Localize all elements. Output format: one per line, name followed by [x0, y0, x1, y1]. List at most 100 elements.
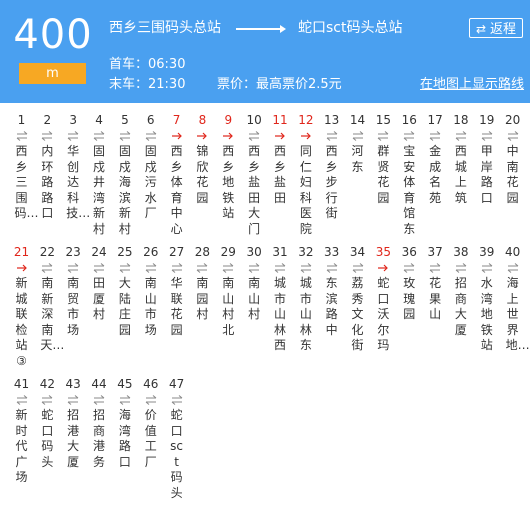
stop-index: 44 [91, 377, 107, 391]
stop-item[interactable]: 13 西乡步行街 [319, 113, 345, 222]
stop-item[interactable]: 36 玫瑰园 [396, 245, 422, 323]
stop-index: 19 [479, 113, 495, 127]
bidirectional-arrow-icon [403, 131, 415, 141]
stop-item[interactable]: 23 南贸市场 [60, 245, 86, 338]
stop-index: 5 [121, 113, 129, 127]
stop-item[interactable]: 26 南山市场 [138, 245, 164, 338]
arrow-right-icon [171, 132, 182, 140]
stop-item[interactable]: 45 海湾路口 [112, 377, 138, 470]
swap-icon: ⇄ [475, 22, 487, 36]
stop-item[interactable]: 21 新城联检站③ [9, 245, 35, 369]
stop-name: 南山市场 [144, 276, 157, 337]
stop-index: 3 [69, 113, 77, 127]
stop-item[interactable]: 34 荔秀文化街 [345, 245, 371, 354]
stop-item[interactable]: 17 金成名苑 [422, 113, 448, 206]
stop-item[interactable]: 22 南新深南天… [34, 245, 65, 354]
bidirectional-arrow-icon [145, 395, 157, 405]
stop-name: 南贸市场 [67, 276, 80, 337]
stop-item[interactable]: 11 西乡盐田 [267, 113, 293, 206]
stop-item[interactable]: 25 大陆庄园 [112, 245, 138, 338]
stop-item[interactable]: 3 华创达科技… [60, 113, 90, 222]
stop-item[interactable]: 14 河东 [345, 113, 371, 175]
stop-name: 玫瑰园 [403, 276, 416, 321]
stop-item[interactable]: 29 南山村北 [215, 245, 241, 338]
stop-item[interactable]: 4 固戍井湾新村 [86, 113, 112, 237]
stop-item[interactable]: 38 招商大厦 [448, 245, 474, 338]
bidirectional-arrow-icon [67, 395, 79, 405]
stop-name: 西乡体育中心 [170, 144, 183, 236]
stop-item[interactable]: 16 宝安体育馆东 [396, 113, 422, 237]
stop-index: 36 [401, 245, 417, 259]
bidirectional-arrow-icon [197, 263, 208, 273]
stop-name: 蛇口沃尔玛 [377, 276, 390, 352]
stop-index: 28 [194, 245, 211, 259]
stop-item[interactable]: 30 南山村 [241, 245, 267, 323]
bidirectional-arrow-icon [507, 263, 518, 273]
bidirectional-arrow-icon [145, 263, 157, 273]
stop-name: 新城联检站③ [15, 276, 28, 368]
stop-item[interactable]: 18 西城上筑 [448, 113, 474, 206]
bidirectional-arrow-icon [352, 263, 363, 273]
stop-item[interactable]: 37 花果山 [422, 245, 448, 323]
stop-item[interactable]: 44 招商港务 [86, 377, 112, 470]
stop-item[interactable]: 33 东滨路中 [319, 245, 345, 338]
stop-index: 16 [401, 113, 417, 127]
stop-name: 固戍井湾新村 [93, 144, 106, 236]
stop-item[interactable]: 2 内环路路口 [34, 113, 60, 222]
bidirectional-arrow-icon [93, 395, 105, 405]
bidirectional-arrow-icon [67, 263, 79, 273]
stop-name: 西乡盐田 [273, 144, 286, 205]
stop-item[interactable]: 46 价值工厂 [138, 377, 164, 470]
stop-item[interactable]: 7 西乡体育中心 [164, 113, 190, 237]
stop-item[interactable]: 39 水湾地铁站 [474, 245, 500, 354]
stop-item[interactable]: 12 同仁妇科医院 [293, 113, 319, 237]
stop-item[interactable]: 9 西乡地铁站 [215, 113, 241, 222]
stop-name: 田厦村 [93, 276, 106, 321]
bidirectional-arrow-icon [119, 131, 131, 141]
stop-name: 固戍海滨新村 [118, 144, 131, 236]
bidirectional-arrow-icon [300, 263, 312, 273]
stop-item[interactable]: 8 锦欣花园 [189, 113, 215, 206]
stop-name: 西乡步行街 [325, 144, 338, 220]
stop-item[interactable]: 24 田厦村 [86, 245, 112, 323]
stop-index: 30 [246, 245, 262, 259]
show-route-on-map-link[interactable]: 在地图上显示路线 [420, 73, 524, 92]
stop-index: 46 [143, 377, 159, 391]
stop-item[interactable]: 35 蛇口沃尔玛 [370, 245, 396, 354]
stop-index: 7 [172, 113, 181, 127]
stop-name: 南园村 [196, 276, 209, 321]
stop-name: 金成名苑 [429, 144, 442, 205]
stop-item[interactable]: 1 西乡三围码… [9, 113, 39, 222]
stop-index: 47 [168, 377, 185, 391]
arrow-right-icon [378, 264, 389, 272]
bidirectional-arrow-icon [429, 131, 441, 141]
stop-index: 6 [146, 113, 155, 127]
stop-item[interactable]: 10 西乡盐田大门 [241, 113, 267, 237]
stop-item[interactable]: 31 城市山林西 [267, 245, 293, 354]
stop-index: 11 [272, 113, 288, 127]
stop-item[interactable]: 20 中南花园 [500, 113, 526, 206]
stop-item[interactable]: 32 城市山林东 [293, 245, 319, 354]
stop-item[interactable]: 28 南园村 [189, 245, 215, 323]
bidirectional-arrow-icon [403, 263, 415, 273]
stop-item[interactable]: 47 蛇口sct码头 [164, 377, 190, 501]
return-trip-button[interactable]: ⇄ 返程 [469, 18, 523, 38]
stop-index: 2 [43, 113, 52, 127]
route-unit-badge: m [19, 63, 86, 84]
stop-name: 西乡地铁站 [222, 144, 235, 220]
stop-item[interactable]: 27 华联花园 [164, 245, 190, 338]
stop-item[interactable]: 40 海上世界地… [500, 245, 530, 354]
stop-index: 34 [349, 245, 366, 259]
stop-item[interactable]: 15 群贤花园 [370, 113, 396, 206]
stop-index: 8 [198, 113, 207, 127]
stop-item[interactable]: 19 甲岸路口 [474, 113, 500, 206]
stop-item[interactable]: 43 招港大厦 [60, 377, 86, 470]
stop-item[interactable]: 42 蛇口码头 [34, 377, 60, 470]
stop-index: 32 [298, 245, 314, 259]
last-bus-time: 末车：21:30 [109, 77, 186, 92]
stop-name: 荔秀文化街 [351, 276, 364, 352]
stop-item[interactable]: 6 固戍污水厂 [138, 113, 164, 222]
stop-item[interactable]: 41 新时代广场 [9, 377, 35, 486]
stop-item[interactable]: 5 固戍海滨新村 [112, 113, 138, 237]
stop-index: 4 [95, 113, 103, 127]
